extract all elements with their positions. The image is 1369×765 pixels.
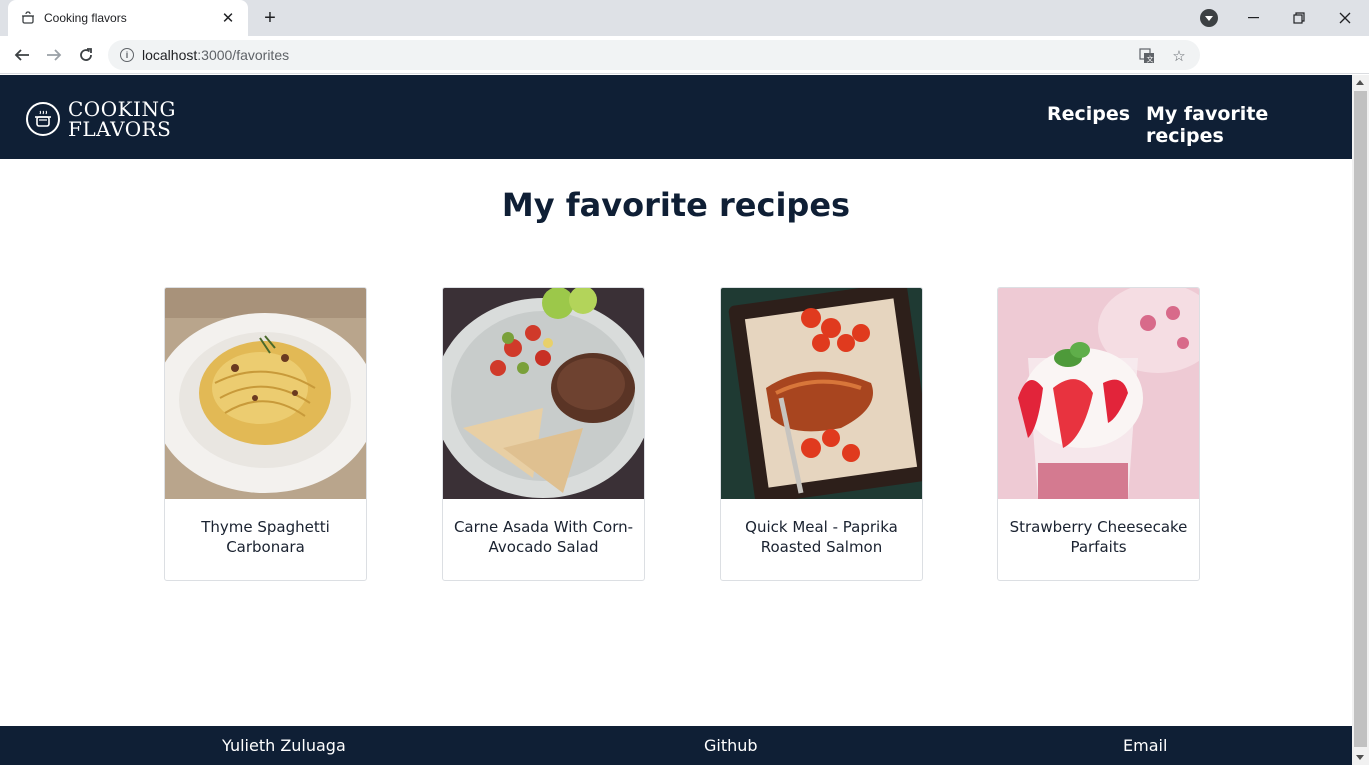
reload-icon[interactable] (74, 43, 98, 67)
recipe-card[interactable]: Carne Asada With Corn-Avocado Salad (442, 287, 645, 581)
scrollbar-thumb[interactable] (1354, 91, 1367, 747)
app-header: COOKING FLAVORS Recipes My favorite reci… (0, 75, 1352, 159)
page-scrollbar[interactable] (1352, 75, 1369, 765)
recipe-name: Strawberry Cheesecake Parfaits (1009, 518, 1188, 556)
scroll-up-icon[interactable] (1356, 80, 1364, 85)
recipe-name: Carne Asada With Corn-Avocado Salad (453, 518, 634, 556)
logo-text: COOKING FLAVORS (68, 99, 176, 139)
cooking-pot-favicon-icon (20, 10, 36, 26)
url-host: localhost (142, 47, 198, 63)
new-tab-button[interactable]: + (258, 6, 282, 30)
recipe-image-spaghetti[interactable] (165, 288, 366, 499)
recipe-name: Thyme Spaghetti Carbonara (201, 518, 330, 556)
nav-my-favorite-recipes[interactable]: My favorite recipes (1146, 103, 1352, 147)
tab-title: Cooking flavors (44, 11, 127, 25)
bookmark-star-icon[interactable]: ☆ (1170, 47, 1188, 65)
url-path: :3000/favorites (197, 47, 290, 63)
recipe-image-salmon[interactable] (721, 288, 922, 504)
svg-text:文: 文 (1147, 55, 1154, 64)
logo[interactable]: COOKING FLAVORS (26, 99, 176, 139)
logo-line-2: FLAVORS (68, 117, 172, 141)
nav-recipes[interactable]: Recipes (1047, 103, 1130, 125)
recipe-card[interactable]: Quick Meal - Paprika Roasted Salmon (720, 287, 923, 581)
address-bar[interactable]: i localhost:3000/favorites 文 ☆ (108, 40, 1200, 70)
browser-tab-bar: Cooking flavors ✕ + (0, 0, 1369, 36)
recipe-image-parfait[interactable] (998, 288, 1199, 499)
scroll-down-icon[interactable] (1356, 755, 1364, 760)
close-tab-icon[interactable]: ✕ (218, 8, 238, 28)
recipe-card[interactable]: Thyme Spaghetti Carbonara (164, 287, 367, 581)
footer-author: Yulieth Zuluaga (222, 736, 346, 755)
footer-github-link[interactable]: Github (704, 736, 758, 755)
logo-line-1: COOKING (68, 97, 176, 121)
browser-toolbar: i localhost:3000/favorites 文 ☆ (0, 36, 1369, 101)
translate-icon[interactable]: 文 (1138, 47, 1156, 65)
site-info-icon[interactable]: i (120, 48, 134, 62)
app-footer: Yulieth Zuluaga Github Email (0, 726, 1352, 765)
footer-email-link[interactable]: Email (1123, 736, 1167, 755)
browser-tab[interactable]: Cooking flavors ✕ (8, 0, 248, 36)
cooking-pot-logo-icon (26, 102, 60, 136)
forward-icon[interactable] (42, 43, 66, 67)
close-window-icon[interactable] (1322, 0, 1368, 36)
page-title: My favorite recipes (501, 186, 851, 224)
recipe-image-carne-asada[interactable] (443, 288, 644, 499)
restore-icon[interactable] (1276, 0, 1322, 36)
tab-search-icon[interactable] (1200, 9, 1218, 27)
minimize-icon[interactable] (1230, 0, 1276, 36)
recipe-name: Quick Meal - Paprika Roasted Salmon (745, 518, 898, 556)
recipe-card[interactable]: Strawberry Cheesecake Parfaits (997, 287, 1200, 581)
back-icon[interactable] (10, 43, 34, 67)
